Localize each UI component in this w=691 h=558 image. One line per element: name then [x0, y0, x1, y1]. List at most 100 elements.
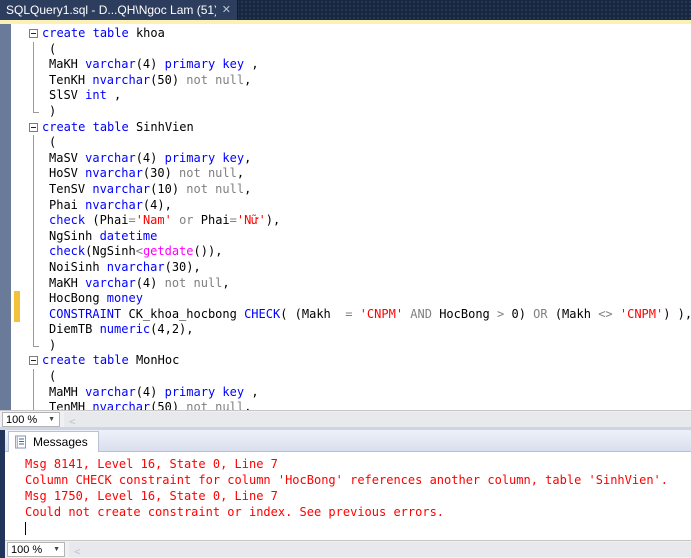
- fold-margin-cell: [28, 135, 41, 151]
- code-line[interactable]: MaSV varchar(4) primary key,: [0, 150, 691, 167]
- fold-margin-cell: [28, 41, 41, 58]
- chevron-down-icon: ▼: [53, 546, 60, 553]
- code-text: (: [49, 41, 57, 56]
- fold-margin-cell: [28, 259, 41, 276]
- code-line[interactable]: NgSinh datetime: [0, 228, 691, 245]
- code-text: MaKH varchar(4) primary key ,: [49, 57, 259, 72]
- code-area[interactable]: create table khoa(MaKH varchar(4) primar…: [0, 26, 691, 410]
- code-text: HoSV nvarchar(30) not null,: [49, 166, 245, 181]
- code-text: ): [49, 337, 57, 352]
- code-text: (: [49, 135, 57, 150]
- fold-margin-cell: [28, 228, 41, 245]
- fold-margin-cell: [28, 72, 41, 89]
- results-pane: Messages Msg 8141, Level 16, State 0, Li…: [0, 430, 691, 558]
- results-tab-bar: Messages: [5, 430, 691, 452]
- editor-zoom-value: 100 %: [6, 413, 38, 426]
- fold-margin-cell: [28, 322, 41, 338]
- message-line: Column CHECK constraint for column 'HocB…: [25, 473, 668, 487]
- fold-margin-cell: [28, 103, 41, 120]
- code-line[interactable]: HocBong money: [0, 291, 691, 307]
- code-line[interactable]: CONSTRAINT CK_khoa_hocbong CHECK( (Makh …: [0, 306, 691, 323]
- code-text: ): [49, 103, 57, 118]
- document-tab-title: SQLQuery1.sql - D...QH\Ngoc Lam (51))*: [6, 3, 216, 17]
- code-line[interactable]: MaMH varchar(4) primary key ,: [0, 384, 691, 401]
- code-line[interactable]: create table khoa: [0, 26, 691, 42]
- code-line[interactable]: DiemTB numeric(4,2),: [0, 322, 691, 338]
- code-line[interactable]: Phai nvarchar(4),: [0, 197, 691, 214]
- editor-horizontal-scrollbar[interactable]: <: [64, 412, 691, 428]
- change-tracking-bar: [14, 306, 20, 323]
- code-text: create table SinhVien: [42, 119, 194, 134]
- code-line[interactable]: ): [0, 103, 691, 120]
- code-text: HocBong money: [49, 291, 143, 306]
- message-line: Msg 8141, Level 16, State 0, Line 7: [25, 457, 278, 471]
- code-text: NgSinh datetime: [49, 228, 158, 243]
- code-text: check(NgSinh<getdate()),: [49, 244, 223, 259]
- fold-margin-cell: [28, 306, 41, 323]
- chevron-down-icon: ▼: [48, 416, 55, 423]
- fold-margin-cell: [28, 275, 41, 292]
- messages-output[interactable]: Msg 8141, Level 16, State 0, Line 7 Colum…: [5, 452, 691, 540]
- results-zoom-bar: 100 % ▼ <: [5, 540, 691, 558]
- code-text: MaMH varchar(4) primary key ,: [49, 384, 259, 399]
- code-line[interactable]: create table MonHoc: [0, 353, 691, 369]
- editor-zoom-select[interactable]: 100 % ▼: [2, 412, 60, 427]
- fold-margin-cell: [28, 57, 41, 73]
- message-line: Msg 1750, Level 16, State 0, Line 7: [25, 489, 278, 503]
- fold-margin-cell: [28, 213, 41, 229]
- fold-margin-cell: [28, 150, 41, 167]
- code-line[interactable]: NoiSinh nvarchar(30),: [0, 259, 691, 276]
- code-text: create table khoa: [42, 26, 165, 40]
- close-icon[interactable]: ✕: [222, 4, 231, 16]
- code-line[interactable]: MaKH varchar(4) primary key ,: [0, 57, 691, 73]
- code-line[interactable]: check (Phai='Nam' or Phai='Nữ'),: [0, 213, 691, 229]
- scroll-left-icon[interactable]: <: [69, 545, 81, 558]
- code-line[interactable]: SlSV int ,: [0, 88, 691, 104]
- code-line[interactable]: (: [0, 135, 691, 151]
- code-text: check (Phai='Nam' or Phai='Nữ'),: [49, 213, 281, 228]
- code-line[interactable]: create table SinhVien: [0, 120, 691, 136]
- document-tab-sqlquery1[interactable]: SQLQuery1.sql - D...QH\Ngoc Lam (51))* ✕: [0, 0, 238, 20]
- code-text: TenSV nvarchar(10) not null,: [49, 181, 252, 196]
- fold-margin-cell: [28, 181, 41, 198]
- code-text: Phai nvarchar(4),: [49, 197, 172, 212]
- code-text: MaSV varchar(4) primary key,: [49, 150, 252, 165]
- code-line[interactable]: (: [0, 41, 691, 58]
- code-text: (: [49, 369, 57, 384]
- code-text: DiemTB numeric(4,2),: [49, 322, 194, 337]
- code-line[interactable]: TenKH nvarchar(50) not null,: [0, 72, 691, 89]
- code-line[interactable]: TenSV nvarchar(10) not null,: [0, 181, 691, 198]
- fold-margin-cell: [28, 400, 41, 410]
- code-text: NoiSinh nvarchar(30),: [49, 259, 201, 274]
- tab-messages[interactable]: Messages: [8, 431, 99, 452]
- code-line[interactable]: ): [0, 337, 691, 354]
- code-line[interactable]: check(NgSinh<getdate()),: [0, 244, 691, 260]
- fold-margin-cell: [28, 369, 41, 385]
- messages-icon: [15, 435, 26, 449]
- code-text: MaKH varchar(4) not null,: [49, 275, 230, 290]
- code-line[interactable]: (: [0, 369, 691, 385]
- fold-margin-cell: [28, 197, 41, 214]
- fold-collapse-icon[interactable]: [29, 122, 38, 132]
- code-text: CONSTRAINT CK_khoa_hocbong CHECK( (Makh …: [49, 306, 691, 321]
- fold-collapse-icon[interactable]: [29, 29, 38, 38]
- caret-line: [25, 520, 691, 536]
- fold-margin-cell: [28, 26, 41, 42]
- editor-zoom-bar: 100 % ▼ <: [0, 410, 691, 428]
- message-line: Could not create constraint or index. Se…: [25, 505, 445, 519]
- code-text: SlSV int ,: [49, 88, 122, 103]
- fold-collapse-icon[interactable]: [29, 356, 38, 366]
- code-line[interactable]: TenMH nvarchar(50) not null,: [0, 400, 691, 410]
- fold-margin-cell: [28, 166, 41, 182]
- code-text: create table MonHoc: [42, 353, 180, 368]
- code-line[interactable]: HoSV nvarchar(30) not null,: [0, 166, 691, 182]
- results-zoom-select[interactable]: 100 % ▼: [7, 542, 65, 557]
- sql-editor-pane: create table khoa(MaKH varchar(4) primar…: [0, 24, 691, 428]
- messages-tab-label: Messages: [33, 435, 88, 449]
- fold-margin-cell: [28, 337, 41, 354]
- code-line[interactable]: MaKH varchar(4) not null,: [0, 275, 691, 292]
- fold-margin-cell: [28, 353, 41, 369]
- fold-margin-cell: [28, 244, 41, 260]
- results-zoom-value: 100 %: [11, 543, 43, 556]
- results-horizontal-scrollbar[interactable]: <: [69, 542, 691, 558]
